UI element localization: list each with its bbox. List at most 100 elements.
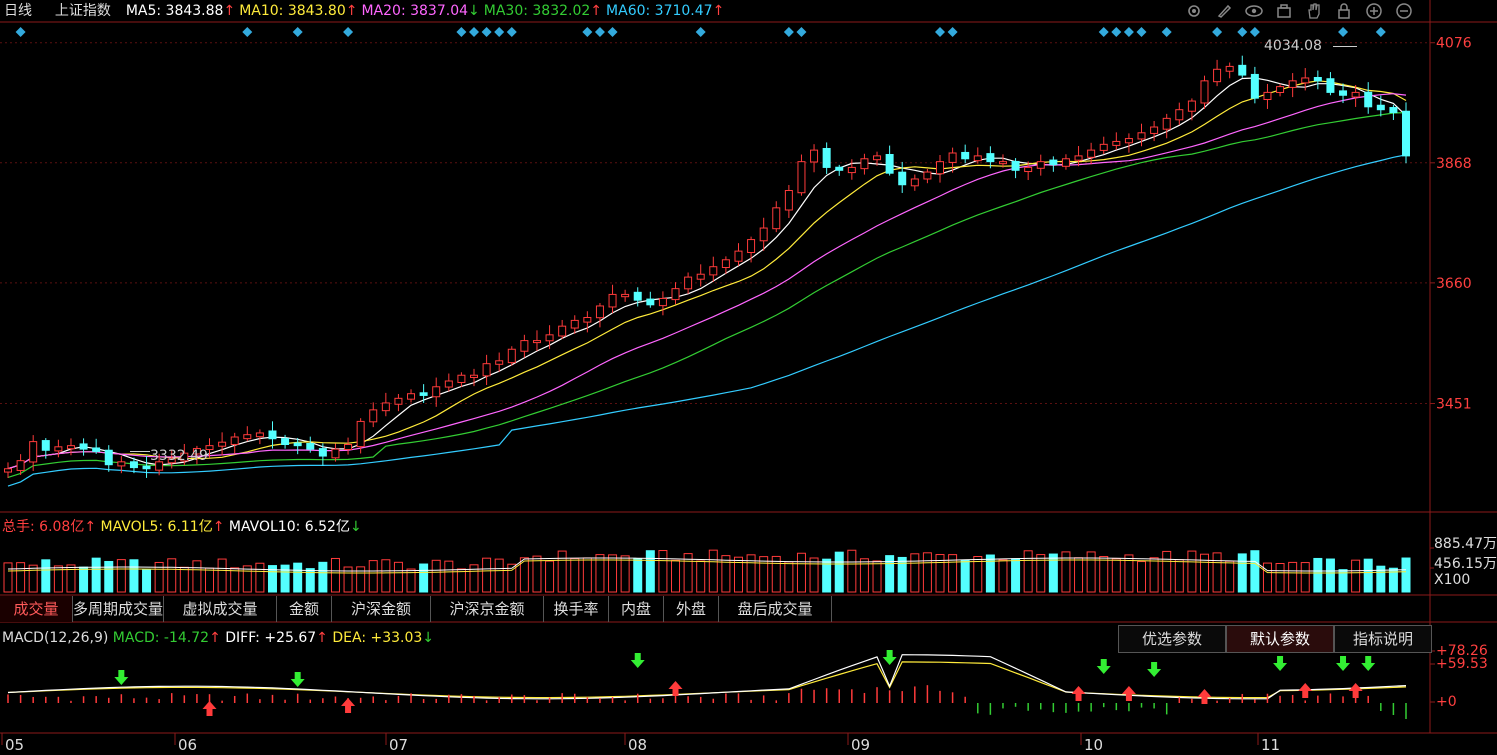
sell-signal-arrow <box>290 672 305 687</box>
candle <box>1225 62 1234 79</box>
candle-body <box>482 363 491 377</box>
volume-bar <box>633 558 643 593</box>
tab-1[interactable]: 多周期成交量 <box>73 596 164 622</box>
candle <box>822 142 831 175</box>
volume-bar <box>1174 559 1184 593</box>
macd-button-2[interactable]: 指标说明 <box>1334 625 1432 653</box>
macd-value: -14.72 <box>163 630 210 646</box>
candle-body <box>772 207 781 230</box>
macd-name: MACD(12,26,9) <box>2 630 109 646</box>
candle-body <box>79 443 88 450</box>
volume-bar <box>759 556 769 593</box>
volume-bar <box>167 558 177 593</box>
signal-diamond <box>607 27 618 37</box>
candle-body <box>104 449 113 466</box>
volume-bar <box>834 551 844 593</box>
volume-bar <box>582 557 592 593</box>
macd-button-1[interactable]: 默认参数 <box>1226 625 1334 653</box>
macd-button-0[interactable]: 优选参数 <box>1118 625 1226 653</box>
tab-2[interactable]: 虚拟成交量 <box>164 596 277 622</box>
volume-bar <box>255 562 265 593</box>
candle <box>1213 59 1222 87</box>
volume-bar <box>16 562 26 593</box>
signal-diamond <box>695 27 706 37</box>
candle <box>1061 154 1070 170</box>
candle <box>898 161 907 193</box>
candle-body <box>835 166 844 171</box>
volume-bar <box>1401 557 1411 593</box>
candle <box>696 264 705 287</box>
volume-bar <box>658 550 668 593</box>
candle-body <box>910 178 919 187</box>
mavol5-value: 6.11亿 <box>167 519 213 535</box>
candle-body <box>1301 77 1310 84</box>
candle <box>885 145 894 176</box>
candle-body <box>318 448 327 457</box>
candle <box>4 462 12 479</box>
candle <box>595 303 604 328</box>
candle <box>709 256 718 283</box>
candle <box>747 236 756 263</box>
candle-body <box>860 158 869 170</box>
candle-body <box>419 392 428 396</box>
candle-body <box>66 445 75 450</box>
candle <box>255 429 264 445</box>
volume-bar <box>847 549 857 593</box>
candle <box>507 346 516 366</box>
candle-body <box>1263 91 1272 101</box>
volume-bar <box>1023 550 1033 593</box>
candle-body <box>1150 126 1159 134</box>
volume-bar <box>28 564 38 593</box>
candle-body <box>684 276 693 290</box>
tab-7[interactable]: 内盘 <box>609 596 664 622</box>
candle-body <box>243 434 252 440</box>
tab-9[interactable]: 盘后成交量 <box>719 596 832 622</box>
candle <box>381 392 390 417</box>
candle <box>1162 113 1171 139</box>
tab-3[interactable]: 金额 <box>277 596 332 622</box>
volume-bar <box>645 550 655 593</box>
candle-body <box>1024 166 1033 173</box>
signal-diamond <box>1136 27 1147 37</box>
candle-body <box>1402 110 1410 157</box>
candle <box>79 438 88 456</box>
volume-bar <box>494 558 504 593</box>
candle-body <box>1238 64 1247 76</box>
volume-bar <box>456 568 466 593</box>
candle-body <box>407 393 416 400</box>
tab-8[interactable]: 外盘 <box>664 596 719 622</box>
candle <box>608 284 617 314</box>
candle-body <box>923 171 932 180</box>
price-label: 4076 <box>1436 36 1472 52</box>
tab-5[interactable]: 沪深京金额 <box>431 596 544 622</box>
candle-body <box>369 409 378 423</box>
signal-diamond <box>494 27 505 37</box>
candle <box>1276 83 1285 97</box>
tab-0[interactable]: 成交量 <box>0 596 73 622</box>
candle-body <box>885 154 894 174</box>
volume-bar <box>330 557 340 593</box>
candle-body <box>520 340 529 352</box>
candle <box>658 291 667 316</box>
candle-body <box>747 239 756 253</box>
volume-bar <box>696 560 706 593</box>
candle <box>923 169 932 184</box>
signal-diamond <box>1237 27 1248 37</box>
macd-header: MACD(12,26,9) MACD: -14.72↑ DIFF: +25.67… <box>2 629 434 647</box>
volume-bar <box>129 559 139 593</box>
diff-label: DIFF: <box>225 630 265 646</box>
volume-bar <box>1162 550 1172 593</box>
candle <box>520 334 529 358</box>
ma20-line <box>7 93 1407 470</box>
candle <box>482 354 491 386</box>
volume-bar <box>1149 557 1159 593</box>
volume-bar <box>3 562 13 593</box>
volume-bar <box>532 555 542 593</box>
tab-6[interactable]: 换手率 <box>544 596 609 622</box>
volume-bar <box>280 564 290 593</box>
candle <box>331 443 340 462</box>
candle-body <box>470 374 478 378</box>
mavol10-label: MAVOL10: <box>228 519 305 535</box>
candle-body <box>784 190 793 211</box>
tab-4[interactable]: 沪深金额 <box>332 596 431 622</box>
